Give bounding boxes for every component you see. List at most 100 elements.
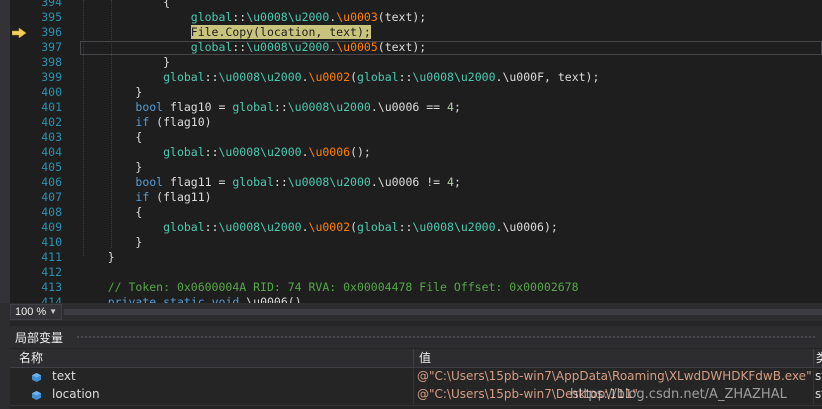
code-line[interactable]: global::\u0008\u2000.\u0002(global::\u00…: [80, 219, 558, 235]
code-token: (: [350, 70, 358, 84]
variable-type: st: [815, 369, 822, 383]
code-token: 4: [447, 100, 454, 114]
breakpoint-margin[interactable]: [10, 0, 30, 303]
code-token: \u0002: [308, 70, 351, 84]
variable-type: st: [815, 387, 822, 401]
column-divider: [813, 369, 814, 387]
code-token: .\u0006);: [495, 220, 558, 234]
line-number: 400: [41, 85, 62, 99]
code-token: ::: [273, 175, 288, 189]
line-number: 395: [41, 10, 62, 24]
line-number: 401: [41, 100, 62, 114]
code-line[interactable]: private static void \u0006(): [80, 294, 302, 303]
code-line[interactable]: if (flag11): [80, 189, 212, 205]
code-line[interactable]: {: [80, 129, 142, 145]
code-line[interactable]: global::\u0008\u2000.\u0006();: [80, 144, 371, 160]
line-number: 399: [41, 70, 62, 84]
code-line[interactable]: if (flag10): [80, 114, 211, 130]
code-token: .: [301, 220, 309, 234]
column-divider[interactable]: [813, 349, 814, 367]
column-divider[interactable]: [413, 349, 414, 367]
code-line[interactable]: }: [80, 159, 142, 175]
code-line[interactable]: }: [80, 84, 142, 100]
column-header-type[interactable]: 类: [816, 349, 822, 367]
code-line[interactable]: // Token: 0x0600004A RID: 74 RVA: 0x0000…: [80, 279, 579, 295]
code-token: global: [357, 220, 399, 234]
code-token: void: [211, 295, 240, 303]
chevron-down-icon: ▼: [49, 307, 57, 316]
code-line[interactable]: }: [80, 249, 115, 265]
code-token: (text);: [377, 40, 427, 54]
code-token: ::: [232, 40, 247, 54]
column-header-value[interactable]: 值: [419, 349, 431, 367]
code-line[interactable]: }: [80, 234, 142, 250]
code-line[interactable]: global::\u0008\u2000.\u0002(global::\u00…: [80, 69, 599, 85]
code-token: global: [190, 10, 233, 24]
locals-grid-header: 名称 值 类: [10, 349, 822, 368]
local-variable-icon: [32, 391, 41, 400]
code-token: ::: [204, 220, 219, 234]
code-token: {: [135, 205, 143, 219]
horizontal-scrollbar[interactable]: [64, 309, 822, 315]
line-number: 409: [41, 220, 62, 234]
code-token: \u0008\u2000: [218, 220, 302, 234]
code-line[interactable]: global::\u0008\u2000.\u0005(text);: [80, 39, 426, 55]
line-number: 406: [41, 175, 62, 189]
line-number: 413: [41, 280, 62, 294]
code-token: \u0002: [308, 220, 351, 234]
locals-row-text[interactable]: text @"C:\Users\15pb-win7\AppData\Roamin…: [10, 369, 822, 388]
code-token: \u0008\u2000: [246, 10, 330, 24]
code-area[interactable]: { global::\u0008\u2000.\u0003(text); Fil…: [80, 0, 822, 303]
code-line[interactable]: File.Copy(location, text);: [80, 24, 371, 40]
code-token: 4: [447, 175, 454, 189]
code-line[interactable]: }: [80, 54, 170, 70]
code-line[interactable]: {: [80, 204, 142, 220]
code-token: (text);: [377, 10, 427, 24]
code-token: // Token: 0x0600004A RID: 74 RVA: 0x0000…: [107, 280, 579, 294]
panel-drag-grip[interactable]: [76, 335, 816, 340]
code-token: \u0003: [336, 10, 378, 24]
column-divider: [813, 387, 814, 405]
zoom-dropdown[interactable]: 100 % ▼: [10, 304, 62, 320]
line-number: 402: [41, 115, 62, 129]
line-number: 397: [41, 40, 62, 54]
variable-name: location: [52, 387, 100, 401]
line-number: 398: [41, 55, 62, 69]
code-editor[interactable]: 394 395 396 397 398 399 400 401 402 403 404 405 406 4…: [0, 0, 822, 303]
code-token: ;: [453, 100, 461, 114]
code-token: (flag11): [149, 190, 212, 204]
column-header-name[interactable]: 名称: [19, 349, 43, 367]
panel-title-bar[interactable]: 局部变量: [10, 326, 822, 348]
zoom-level: 100 %: [15, 306, 47, 318]
code-token: flag10 =: [163, 100, 233, 114]
line-number: 410: [41, 235, 62, 249]
code-token: ::: [204, 145, 219, 159]
line-number-gutter: 394 395 396 397 398 399 400 401 402 403 404 405 406 4…: [30, 0, 64, 303]
code-line[interactable]: global::\u0008\u2000.\u0003(text);: [80, 9, 426, 25]
code-token: \u0005: [336, 40, 378, 54]
code-line[interactable]: bool flag11 = global::\u0008\u2000.\u000…: [80, 174, 461, 190]
code-token: (: [350, 220, 358, 234]
editor-status-bar: 100 % ▼: [0, 303, 822, 321]
code-token: \u0008\u2000: [287, 175, 371, 189]
code-token: if: [135, 115, 150, 129]
code-token: ::: [398, 70, 413, 84]
variable-value[interactable]: @"C:\Users\15pb-win7\AppData\Roaming\XLw…: [417, 369, 812, 383]
glyph-margin[interactable]: [0, 0, 10, 303]
code-token: \u0008\u2000: [218, 145, 302, 159]
line-number: 411: [41, 250, 62, 264]
line-number: 396: [41, 25, 62, 39]
code-token: }: [163, 55, 171, 69]
code-token: ::: [273, 100, 288, 114]
code-line[interactable]: bool flag10 = global::\u0008\u2000.\u000…: [80, 99, 461, 115]
code-token: flag11 =: [163, 175, 233, 189]
